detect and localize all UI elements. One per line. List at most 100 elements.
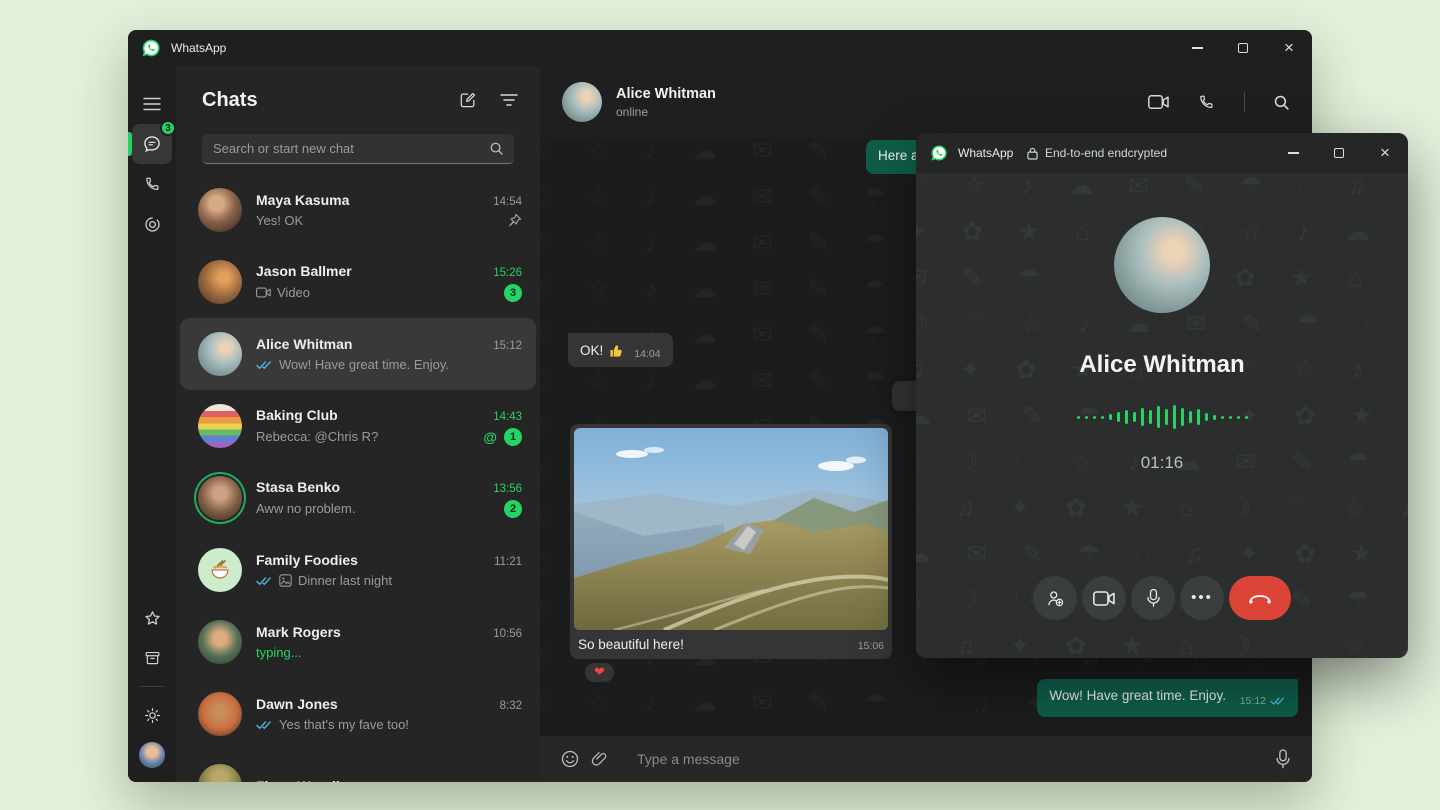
emoji-icon <box>560 749 580 769</box>
voice-call-button[interactable] <box>1197 93 1216 112</box>
add-person-icon <box>1045 588 1066 609</box>
chat-rows: Maya Kasuma14:54 Yes! OK Jason Ballmer 15… <box>176 174 540 782</box>
settings-button[interactable] <box>132 695 172 735</box>
waveform-bar <box>1093 416 1096 419</box>
toggle-video-button[interactable] <box>1082 576 1126 620</box>
waveform-bar <box>1101 416 1104 419</box>
star-icon <box>143 609 162 628</box>
nav-chats-button[interactable]: 3 <box>132 124 172 164</box>
voice-message-button[interactable] <box>1274 749 1292 769</box>
call-contact-name: Alice Whitman <box>1079 351 1244 379</box>
chat-row-jason[interactable]: Jason Ballmer15:26 Video 3 <box>180 246 536 318</box>
chat-name: Alice Whitman <box>256 336 352 352</box>
search-icon <box>489 141 504 156</box>
contact-name: Alice Whitman <box>616 86 716 102</box>
add-participant-button[interactable] <box>1033 576 1077 620</box>
hamburger-icon <box>143 97 161 111</box>
rail-divider <box>140 686 164 687</box>
pin-icon <box>507 213 522 228</box>
chat-time: 15:12 <box>493 340 522 352</box>
maximize-icon <box>1334 148 1344 158</box>
message-input[interactable] <box>619 751 1264 767</box>
filter-chats-button[interactable] <box>500 93 518 107</box>
chat-preview: Yes that's my fave too! <box>256 717 409 732</box>
call-minimize-button[interactable] <box>1270 135 1316 171</box>
app-title: WhatsApp <box>171 41 226 55</box>
read-ticks-icon <box>256 576 273 586</box>
profile-avatar[interactable] <box>139 742 165 768</box>
microphone-icon <box>1274 749 1292 769</box>
video-call-icon <box>1148 95 1169 109</box>
waveform-bar <box>1221 416 1224 419</box>
mountain-photo <box>574 428 888 630</box>
waveform-bar <box>1085 416 1088 419</box>
avatar <box>198 548 242 592</box>
avatar <box>198 260 242 304</box>
call-close-button[interactable]: × <box>1362 135 1408 171</box>
end-call-button[interactable] <box>1229 576 1291 620</box>
noodle-bowl-icon <box>208 558 232 582</box>
nav-starred-button[interactable] <box>132 598 172 638</box>
chat-row-alice[interactable]: Alice Whitman15:12 Wow! Have great time.… <box>180 318 536 390</box>
panel-title: Chats <box>202 89 436 112</box>
chat-row-baking-club[interactable]: Baking Club14:43 Rebecca: @Chris R? @1 <box>180 390 536 462</box>
attach-button[interactable] <box>590 750 609 769</box>
photo-icon <box>279 574 292 587</box>
message-composer <box>540 736 1312 782</box>
message-incoming-photo[interactable]: So beautiful here! 15:06 <box>570 424 892 659</box>
call-waveform <box>1077 403 1248 431</box>
chat-bubble-icon <box>142 134 162 154</box>
chat-row-stasa[interactable]: Stasa Benko13:56 Aww no problem. 2 <box>180 462 536 534</box>
nav-calls-button[interactable] <box>132 164 172 204</box>
toggle-mic-button[interactable] <box>1131 576 1175 620</box>
chat-name: Jason Ballmer <box>256 263 352 279</box>
heart-icon: ❤ <box>594 664 605 679</box>
chat-name: Dawn Jones <box>256 696 338 712</box>
video-icon <box>1093 591 1115 606</box>
emoji-button[interactable] <box>560 749 580 769</box>
read-ticks-icon <box>1270 696 1286 706</box>
search-input[interactable] <box>202 134 514 164</box>
more-options-button[interactable]: ••• <box>1180 576 1224 620</box>
chat-row-dawn[interactable]: Dawn Jones8:32 Yes that's my fave too! <box>180 678 536 750</box>
paperclip-icon <box>590 750 609 769</box>
close-button[interactable]: × <box>1266 30 1312 66</box>
heart-reaction-badge[interactable]: ❤ <box>582 660 617 685</box>
chat-preview: Video <box>256 285 310 300</box>
unread-badge: 2 <box>504 500 522 518</box>
chat-time: 15:26 <box>493 267 522 279</box>
message-incoming-ok[interactable]: OK! 14:04 <box>568 333 673 367</box>
chat-row-maya[interactable]: Maya Kasuma14:54 Yes! OK <box>180 174 536 246</box>
waveform-bar <box>1189 411 1192 423</box>
mention-badge: @ <box>483 429 497 445</box>
avatar <box>198 692 242 736</box>
menu-button[interactable] <box>132 84 172 124</box>
whatsapp-call-window: WhatsApp End-to-end endcrypted × ♡ ☆ ♪ ☁… <box>916 133 1408 658</box>
nav-status-button[interactable] <box>132 204 172 244</box>
close-icon: × <box>1380 143 1390 163</box>
close-icon: × <box>1284 38 1294 58</box>
search-in-chat-button[interactable] <box>1273 94 1290 111</box>
waveform-bar <box>1141 408 1144 426</box>
maximize-button[interactable] <box>1220 30 1266 66</box>
photo-attachment[interactable] <box>574 428 888 630</box>
waveform-bar <box>1125 410 1128 424</box>
chat-time: 13:56 <box>493 483 522 495</box>
call-contact-avatar <box>1114 217 1210 313</box>
conversation-header[interactable]: Alice Whitman online <box>540 66 1312 138</box>
chat-row-mark[interactable]: Mark Rogers10:56 typing... <box>180 606 536 678</box>
minimize-button[interactable] <box>1174 30 1220 66</box>
chat-preview: Dinner last night <box>256 573 392 588</box>
chat-row-family-foodies[interactable]: Family Foodies11:21 Dinner last night <box>180 534 536 606</box>
message-outgoing-wow[interactable]: Wow! Have great time. Enjoy. 15:12 <box>1037 679 1298 717</box>
chat-row-ziggy[interactable]: Ziggy Woodley8:12 <box>180 750 536 782</box>
contact-avatar[interactable] <box>562 82 602 122</box>
chat-list-panel: Chats Maya Kasuma14:54 <box>176 66 540 782</box>
new-chat-button[interactable] <box>458 90 478 110</box>
call-maximize-button[interactable] <box>1316 135 1362 171</box>
video-call-button[interactable] <box>1148 95 1169 109</box>
call-timer: 01:16 <box>1141 453 1184 473</box>
nav-archived-button[interactable] <box>132 638 172 678</box>
nav-rail: 3 <box>128 66 176 782</box>
microphone-icon <box>1145 588 1162 608</box>
